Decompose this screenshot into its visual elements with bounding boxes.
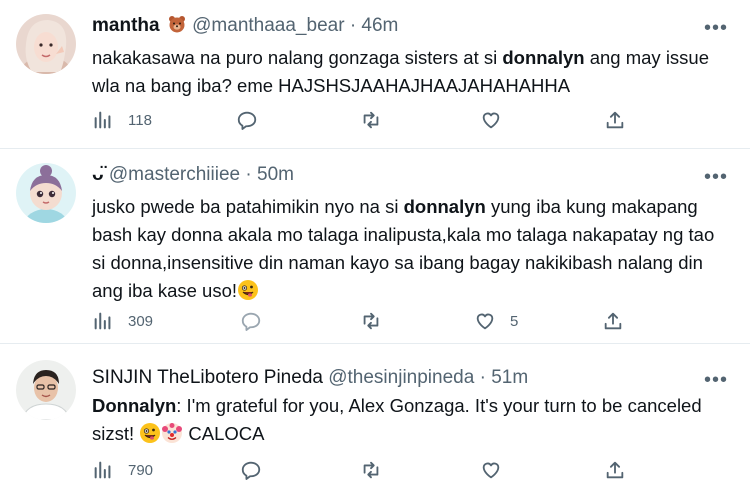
views-count: 790 (128, 461, 154, 479)
like-icon (476, 313, 494, 330)
share-button[interactable] (602, 307, 624, 335)
like-button[interactable] (480, 456, 516, 484)
share-icon (606, 461, 624, 479)
zany-face-emoji-icon (140, 423, 161, 443)
handle[interactable]: @thesinjinpineda (328, 367, 474, 388)
avatar[interactable] (16, 14, 76, 74)
retweet-icon (363, 111, 379, 129)
tweet-line: ang iba kase uso! (92, 277, 732, 305)
retweet-icon (363, 312, 379, 330)
separator: · (245, 164, 252, 185)
tweet-line: bash kay donna akala mo talaga inalipust… (92, 224, 715, 245)
tweet-header: ᴗ̈ @masterchiiiee · 50m (92, 163, 294, 187)
views-icon (94, 111, 111, 129)
like-button[interactable]: 5 (474, 307, 518, 335)
reply-button[interactable] (236, 106, 258, 134)
tweet-line: Donnalyn: I'm grateful for you, Alex Gon… (92, 395, 702, 416)
tweet-3[interactable]: SINJIN TheLibotero Pineda @thesinjinpine… (0, 344, 750, 492)
retweet-button[interactable] (360, 307, 382, 335)
tweet-1[interactable]: mantha @manthaaa_bear · 46m ••• nakakasa… (0, 0, 750, 149)
tweet-header: SINJIN TheLibotero Pineda @thesinjinpine… (92, 366, 528, 390)
display-name[interactable]: ᴗ̈ (92, 164, 104, 185)
display-name[interactable]: mantha (92, 15, 160, 36)
more-options-icon[interactable]: ••• (704, 167, 728, 187)
handle[interactable]: @manthaaa_bear (192, 15, 344, 36)
views-icon (94, 461, 111, 479)
tweet-line: sizst! CALOCA (92, 423, 265, 444)
views-count: 118 (128, 111, 152, 129)
timestamp[interactable]: 51m (491, 367, 528, 388)
tweet-actions: 790 (92, 456, 632, 484)
tweet-line: nakakasawa na puro nalang gonzaga sister… (92, 47, 710, 68)
more-options-icon[interactable]: ••• (704, 370, 728, 390)
like-icon (482, 462, 500, 479)
tweet-text: jusko pwede ba patahimikin nyo na si don… (92, 193, 732, 305)
share-icon (606, 111, 624, 129)
display-name[interactable]: SINJIN TheLibotero Pineda (92, 367, 323, 388)
retweet-button[interactable] (360, 456, 382, 484)
reply-button[interactable] (240, 307, 262, 335)
reply-icon (237, 111, 257, 130)
views-count: 309 (128, 312, 154, 330)
views-icon (94, 312, 111, 330)
handle[interactable]: @masterchiiiee (109, 164, 240, 185)
highlight: donnalyn (403, 196, 486, 217)
retweet-button[interactable] (360, 106, 382, 134)
tweet-actions: 309 5 (92, 307, 632, 335)
reply-button[interactable] (240, 456, 262, 484)
zany-face-emoji-icon (238, 280, 259, 300)
highlight: Donnalyn (92, 395, 177, 416)
reply-icon (241, 461, 261, 480)
timestamp[interactable]: 50m (257, 164, 294, 185)
like-icon (482, 112, 500, 129)
views-button[interactable]: 118 (92, 106, 152, 134)
tweet-line: si donna,insensitive din naman kayo sa i… (92, 252, 703, 273)
views-button[interactable]: 790 (92, 456, 153, 484)
reply-icon (241, 312, 261, 331)
share-icon (604, 312, 622, 330)
tweet-text: nakakasawa na puro nalang gonzaga sister… (92, 44, 732, 100)
likes-count: 5 (510, 312, 519, 330)
avatar[interactable] (16, 360, 76, 420)
share-button[interactable] (604, 456, 626, 484)
separator: · (349, 15, 357, 36)
views-button[interactable]: 309 (92, 307, 153, 335)
tweet-text: Donnalyn: I'm grateful for you, Alex Gon… (92, 392, 732, 448)
tweet-actions: 118 (92, 106, 632, 134)
like-button[interactable] (480, 106, 516, 134)
highlight: donnalyn (502, 47, 585, 68)
tweet-line: wla na bang iba? eme HAJSHSJAAHAJHAAJAHA… (92, 75, 571, 96)
avatar[interactable] (16, 163, 76, 223)
clown-face-emoji-icon (162, 423, 183, 443)
tweet-line: jusko pwede ba patahimikin nyo na si don… (92, 196, 698, 217)
share-button[interactable] (604, 106, 626, 134)
bear-emoji-icon (167, 14, 187, 41)
more-options-icon[interactable]: ••• (704, 18, 728, 38)
timestamp[interactable]: 46m (361, 15, 398, 36)
tweet-header: mantha @manthaaa_bear · 46m (92, 14, 398, 41)
separator: · (479, 367, 486, 388)
tweet-2[interactable]: ᴗ̈ @masterchiiiee · 50m ••• jusko pwede … (0, 149, 750, 344)
retweet-icon (363, 461, 379, 479)
